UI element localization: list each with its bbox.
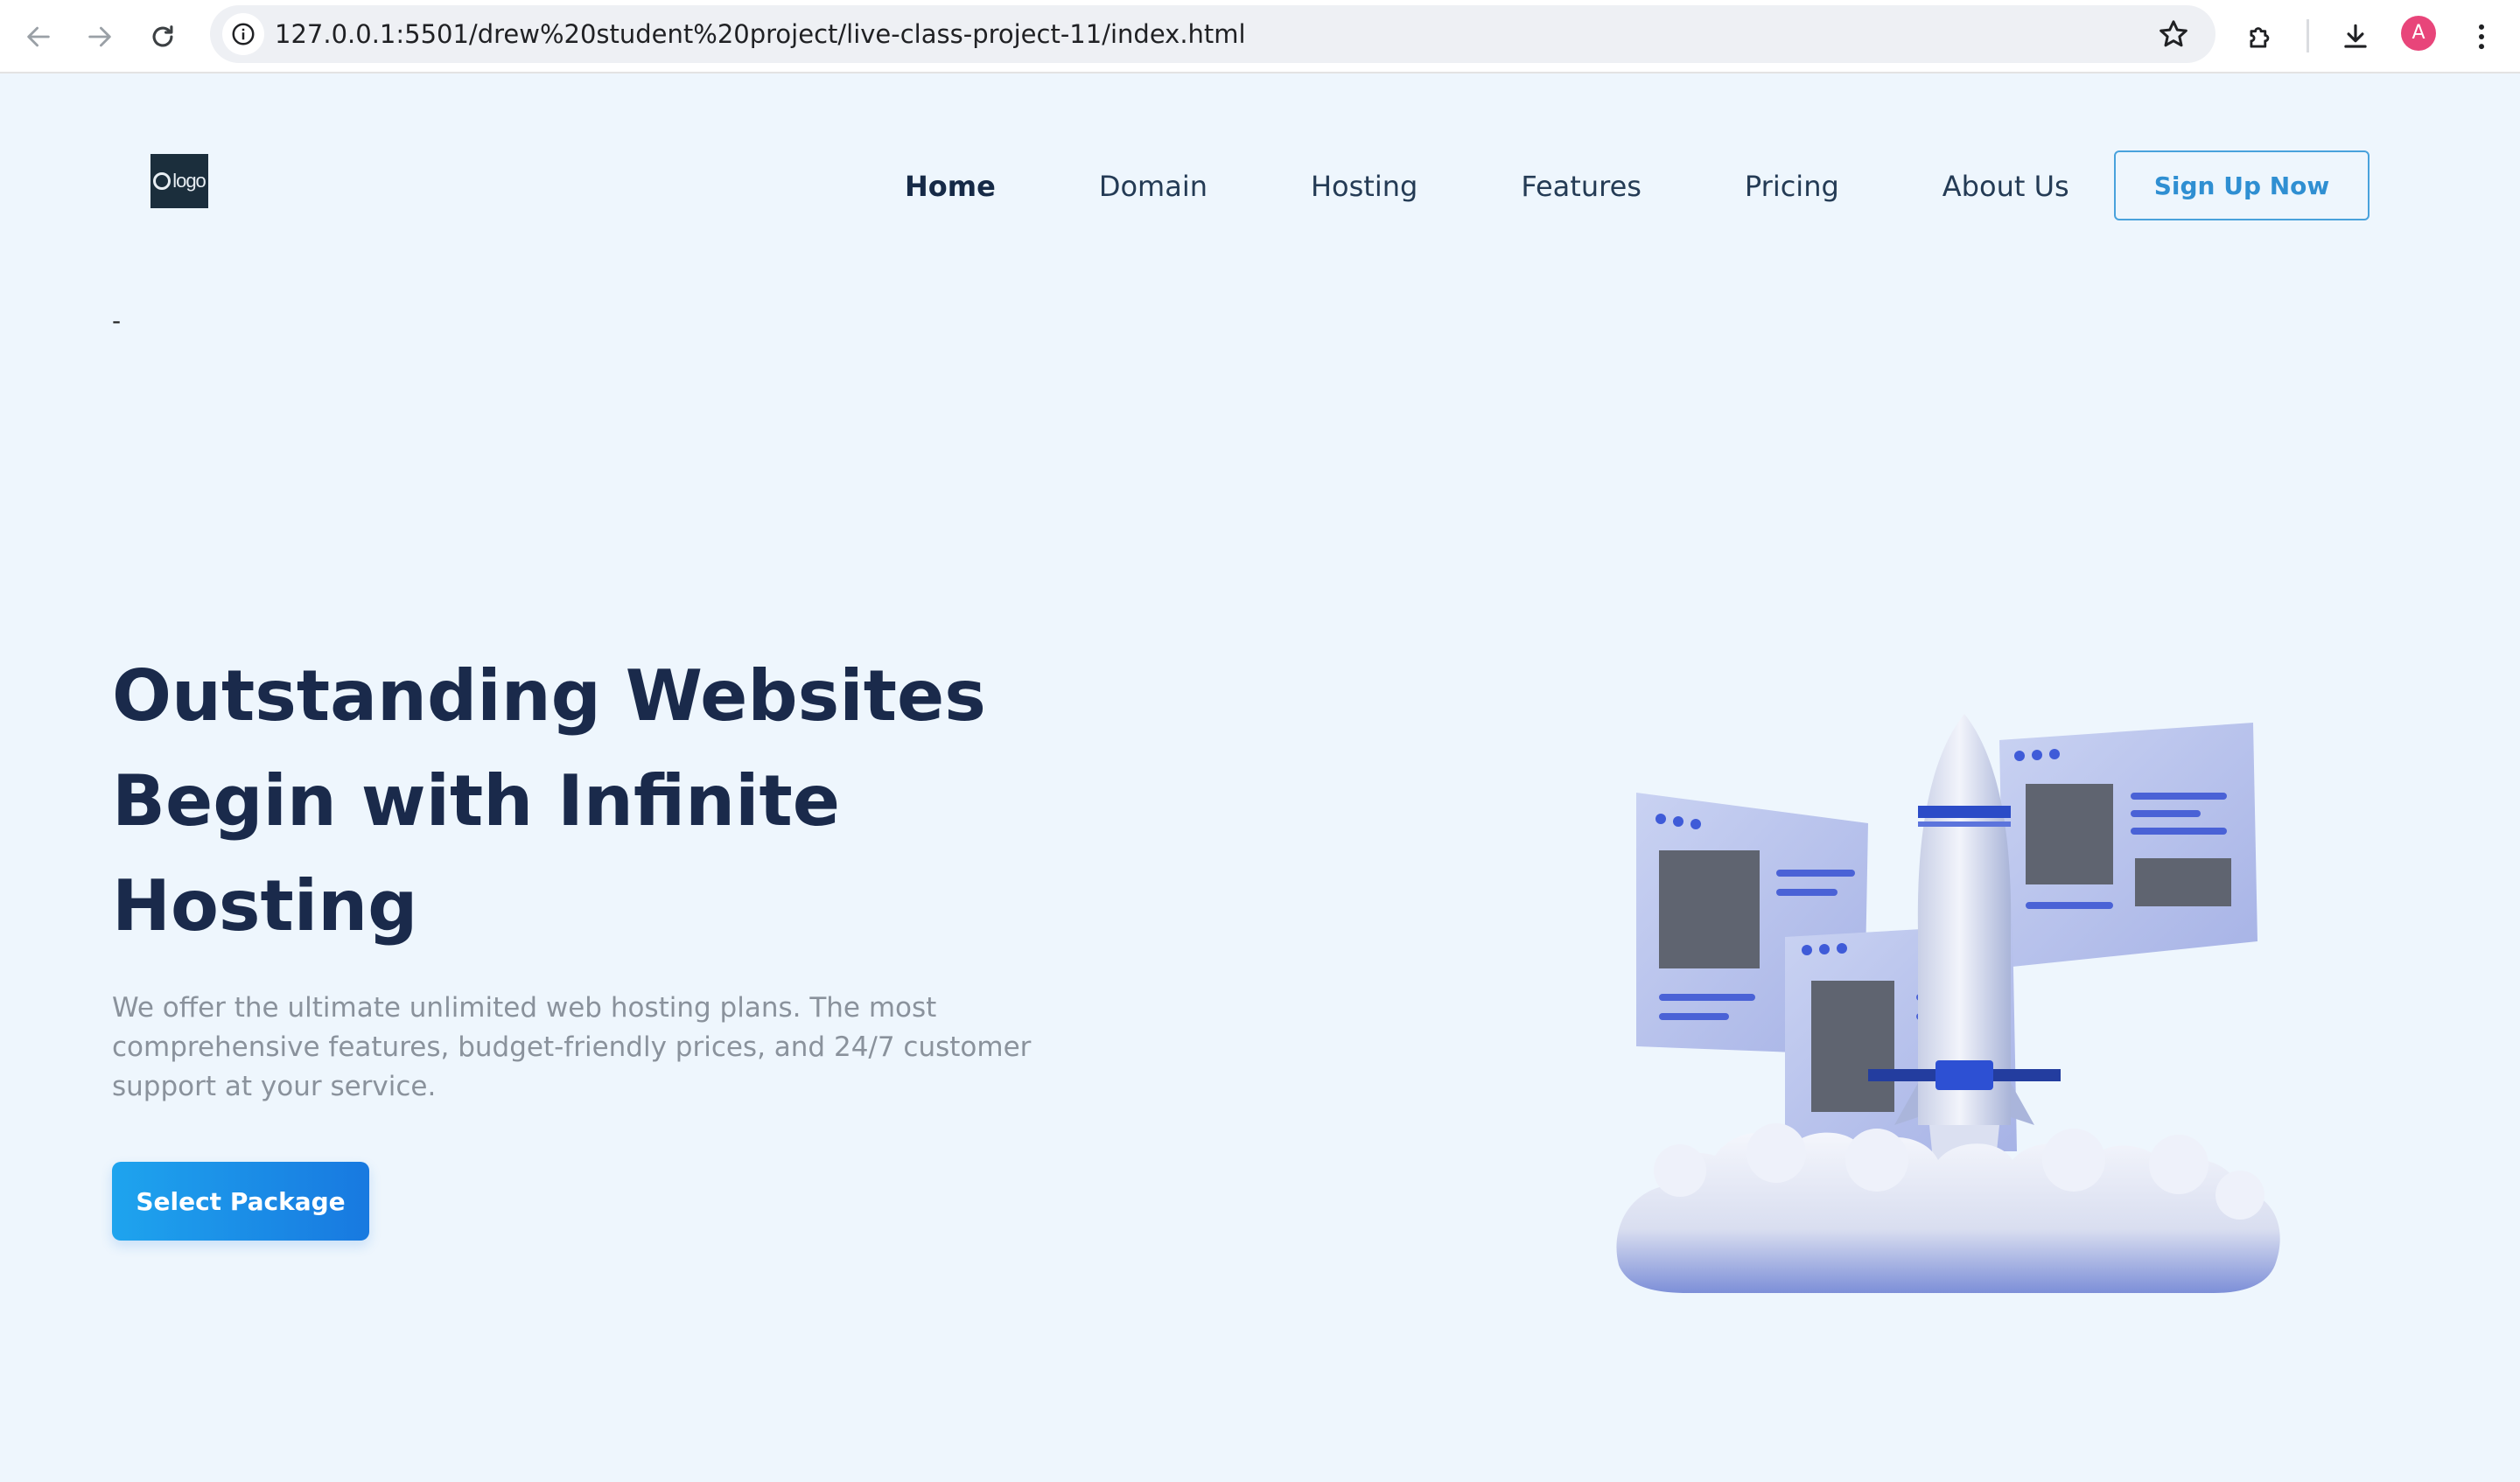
logo-text: logo bbox=[172, 170, 206, 192]
kebab-menu-icon bbox=[2478, 24, 2485, 50]
reload-icon bbox=[152, 25, 173, 47]
logo-mark-icon bbox=[153, 172, 172, 190]
puzzle-icon bbox=[2250, 27, 2270, 48]
rocket-launch-with-browser-windows-icon bbox=[1616, 714, 2280, 1293]
toolbar-divider bbox=[2306, 19, 2309, 52]
hero-title: Outstanding Websites Begin with Infinite… bbox=[112, 655, 986, 947]
url-text[interactable]: 127.0.0.1:5501/drew%20student%20project/… bbox=[275, 5, 1246, 63]
nav-link-hosting[interactable]: Hosting bbox=[1311, 170, 1418, 203]
bookmark-star-icon[interactable] bbox=[2156, 17, 2191, 52]
site-info-button[interactable] bbox=[222, 13, 264, 55]
nav-link-home[interactable]: Home bbox=[905, 170, 996, 203]
browser-toolbar: 127.0.0.1:5501/drew%20student%20project/… bbox=[0, 0, 2520, 73]
sign-up-button[interactable]: Sign Up Now bbox=[2114, 150, 2370, 220]
nav-link-domain[interactable]: Domain bbox=[1099, 170, 1208, 203]
select-package-button[interactable]: Select Package bbox=[112, 1162, 369, 1241]
page-content: logo Home Domain Hosting Features Pricin… bbox=[0, 75, 2520, 1482]
reload-button[interactable] bbox=[142, 16, 184, 58]
info-icon bbox=[232, 23, 255, 45]
download-icon bbox=[2344, 24, 2367, 48]
arrow-left-icon bbox=[27, 26, 50, 47]
nav-link-features[interactable]: Features bbox=[1521, 170, 1642, 203]
extensions-button[interactable] bbox=[2238, 14, 2284, 59]
site-logo[interactable]: logo bbox=[150, 154, 208, 208]
nav-link-about-us[interactable]: About Us bbox=[1942, 170, 2069, 203]
arrow-right-icon bbox=[88, 26, 111, 47]
main-navigation: Home Domain Hosting Features Pricing Abo… bbox=[905, 164, 2069, 208]
hero-subtitle: We offer the ultimate unlimited web host… bbox=[112, 992, 1032, 1102]
downloads-button[interactable] bbox=[2333, 14, 2378, 59]
address-bar[interactable]: 127.0.0.1:5501/drew%20student%20project/… bbox=[210, 5, 2216, 63]
stray-text: - bbox=[112, 306, 122, 335]
nav-link-pricing[interactable]: Pricing bbox=[1745, 170, 1839, 203]
browser-menu-button[interactable] bbox=[2459, 14, 2504, 59]
back-button[interactable] bbox=[18, 16, 60, 58]
profile-avatar[interactable]: A bbox=[2401, 16, 2436, 51]
forward-button[interactable] bbox=[79, 16, 121, 58]
